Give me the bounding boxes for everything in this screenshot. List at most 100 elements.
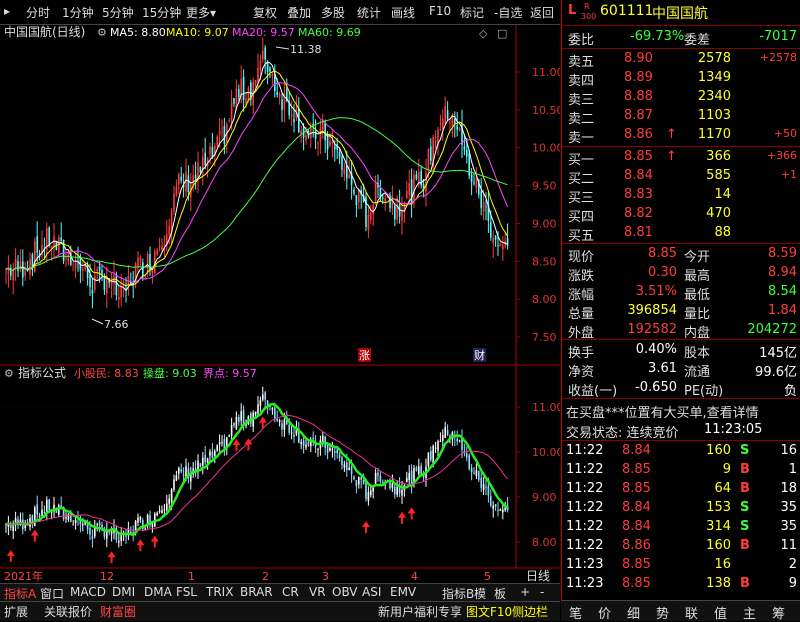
toolbar-multistock[interactable]: 多股 <box>321 4 345 21</box>
square-icon[interactable]: □ <box>497 27 507 40</box>
notice-text[interactable]: 在买盘***位置有大买单,查看详情 <box>566 402 759 421</box>
tab-indicator-right[interactable]: 模 <box>474 585 486 602</box>
tab-indicator-right[interactable]: + <box>520 585 530 599</box>
bid-row[interactable]: 买五 8.81 88 <box>562 224 800 244</box>
toolbar-f10[interactable]: F10 <box>429 4 451 18</box>
bid-row[interactable]: 买四 8.82 470 <box>562 205 800 225</box>
ask-row[interactable]: 卖二 8.87 1103 <box>562 107 800 127</box>
ind-body <box>365 481 367 500</box>
tab-indicator[interactable]: DMI <box>112 585 135 599</box>
toolbar-draw[interactable]: 画线 <box>391 4 415 21</box>
ask-row[interactable]: 卖五 8.90 2578 +2578 <box>562 50 800 70</box>
tab-extension[interactable]: 扩展 <box>4 603 28 620</box>
tab-indicator-right[interactable]: 板 <box>494 585 506 602</box>
kline-chart[interactable]: 中国国航(日线) ⚙ MA5: 8.80 MA10: 9.07 MA20: 9.… <box>0 25 560 583</box>
toolbar-arrow-icon[interactable]: ▸ <box>4 4 10 18</box>
candle-body <box>278 94 281 97</box>
toolbar-intraday[interactable]: 分时 <box>26 4 50 21</box>
ask-volume: 1349 <box>697 70 731 85</box>
ind-body <box>497 509 499 511</box>
tick-row[interactable]: 11:22 8.84 153 S 35 <box>562 499 800 518</box>
bid-row[interactable]: 买三 8.83 14 <box>562 186 800 206</box>
quote-tab[interactable]: 价 <box>598 603 611 622</box>
bid-row[interactable]: 买二 8.84 585 +1 <box>562 167 800 187</box>
ind-body <box>166 503 168 511</box>
tab-indicator[interactable]: OBV <box>332 585 358 599</box>
tab-indicator[interactable]: CR <box>282 585 299 599</box>
candle-body <box>257 67 259 84</box>
quote-tab[interactable]: 细 <box>627 603 640 622</box>
toolbar-watchlist[interactable]: -自选 <box>494 4 522 21</box>
tick-row[interactable]: 11:22 8.86 160 B 11 <box>562 537 800 556</box>
tick-row[interactable]: 11:22 8.84 314 S 35 <box>562 518 800 537</box>
tab-indicator-right[interactable]: 指标B <box>442 585 474 602</box>
toolbar-overlay[interactable]: 叠加 <box>287 4 311 21</box>
quote-tab[interactable]: 联 <box>685 603 698 622</box>
tab-indicator[interactable]: FSL <box>176 585 197 599</box>
tab-indicator[interactable]: ASI <box>362 585 381 599</box>
level-badge: L <box>568 3 577 18</box>
stat-row[interactable]: 外盘 192582 内盘 204272 <box>562 321 800 341</box>
bid-row[interactable]: 买一 8.85 ↑ 366 +366 <box>562 148 800 168</box>
quote-tab[interactable]: 筹 <box>772 603 785 622</box>
ind-body <box>360 477 362 480</box>
tick-row[interactable]: 11:23 8.85 138 B 9 <box>562 575 800 594</box>
sidebar-toggle[interactable]: 侧边栏 <box>512 603 548 620</box>
ask-row[interactable]: 卖一 8.86 ↑ 1170 +50 <box>562 126 800 146</box>
tab-indicator-right[interactable]: - <box>540 585 544 599</box>
tick-count: 1 <box>788 462 797 477</box>
promo-link[interactable]: 新用户福利专享 <box>378 603 462 620</box>
stat2-row[interactable]: 收益(一) -0.650 PE(动) 负 <box>562 379 800 399</box>
ask-row[interactable]: 卖四 8.89 1349 <box>562 69 800 89</box>
tab-indicator[interactable]: 指标A <box>4 585 36 602</box>
tab-indicator[interactable]: TRIX <box>206 585 233 599</box>
candle-body <box>98 266 101 271</box>
x-label-1: 1 <box>188 570 195 583</box>
tick-row[interactable]: 11:23 8.85 16 2 <box>562 556 800 575</box>
tab-indicator[interactable]: EMV <box>390 585 416 599</box>
quote-tab[interactable]: 势 <box>656 603 669 622</box>
diamond-icon[interactable]: ◇ <box>479 27 488 40</box>
stat2-row[interactable]: 净资 3.61 流通 99.6亿 <box>562 360 800 380</box>
stat-row[interactable]: 总量 396854 量比 1.84 <box>562 302 800 322</box>
ind-body <box>312 437 314 439</box>
stat-label: 总量 <box>568 307 595 322</box>
tick-row[interactable]: 11:22 8.84 160 S 16 <box>562 442 800 461</box>
stat2-row[interactable]: 换手 0.40% 股本 145亿 <box>562 341 800 361</box>
stat-row[interactable]: 现价 8.85 今开 8.59 <box>562 245 800 265</box>
quote-tab[interactable]: 主 <box>743 603 756 622</box>
stat-row[interactable]: 涨幅 3.51% 最低 8.54 <box>562 283 800 303</box>
tab-indicator[interactable]: VR <box>309 585 326 599</box>
toolbar-more[interactable]: 更多▾ <box>186 4 216 21</box>
ind-body <box>346 462 348 471</box>
toolbar-back[interactable]: 返回 <box>530 4 554 21</box>
ind-body <box>317 449 319 451</box>
tick-row[interactable]: 11:22 8.85 64 B 18 <box>562 480 800 499</box>
weibi-value: -69.73% <box>630 29 685 44</box>
tab-extension[interactable]: 财富圈 <box>100 603 136 620</box>
settings-icon[interactable]: ⚙ <box>97 26 107 39</box>
toolbar-stats[interactable]: 统计 <box>357 4 381 21</box>
candle-body <box>281 99 283 110</box>
stat-row[interactable]: 涨跌 0.30 最高 8.94 <box>562 264 800 284</box>
main-chart-title: 中国国航(日线) <box>4 25 85 39</box>
tab-indicator[interactable]: BRAR <box>240 585 273 599</box>
f10-link[interactable]: 图文F10 <box>466 603 512 620</box>
period-label[interactable]: 日线 <box>526 569 550 583</box>
toolbar-mark[interactable]: 标记 <box>460 4 484 21</box>
tab-indicator[interactable]: DMA <box>144 585 172 599</box>
toolbar-5min[interactable]: 5分钟 <box>102 4 134 21</box>
stat-value: -0.650 <box>635 380 677 395</box>
quote-tab[interactable]: 笔 <box>569 603 582 622</box>
settings-icon[interactable]: ⚙ <box>4 367 14 380</box>
toolbar-fuquan[interactable]: 复权 <box>253 4 277 21</box>
ind-body <box>350 466 353 475</box>
toolbar-15min[interactable]: 15分钟 <box>142 4 181 21</box>
toolbar-1min[interactable]: 1分钟 <box>62 4 94 21</box>
tab-extension[interactable]: 关联报价 <box>44 603 92 620</box>
tab-indicator[interactable]: MACD <box>70 585 106 599</box>
tab-indicator[interactable]: 窗口 <box>40 585 64 602</box>
tick-row[interactable]: 11:22 8.85 9 B 1 <box>562 461 800 480</box>
quote-tab[interactable]: 值 <box>714 603 727 622</box>
ask-row[interactable]: 卖三 8.88 2340 <box>562 88 800 108</box>
